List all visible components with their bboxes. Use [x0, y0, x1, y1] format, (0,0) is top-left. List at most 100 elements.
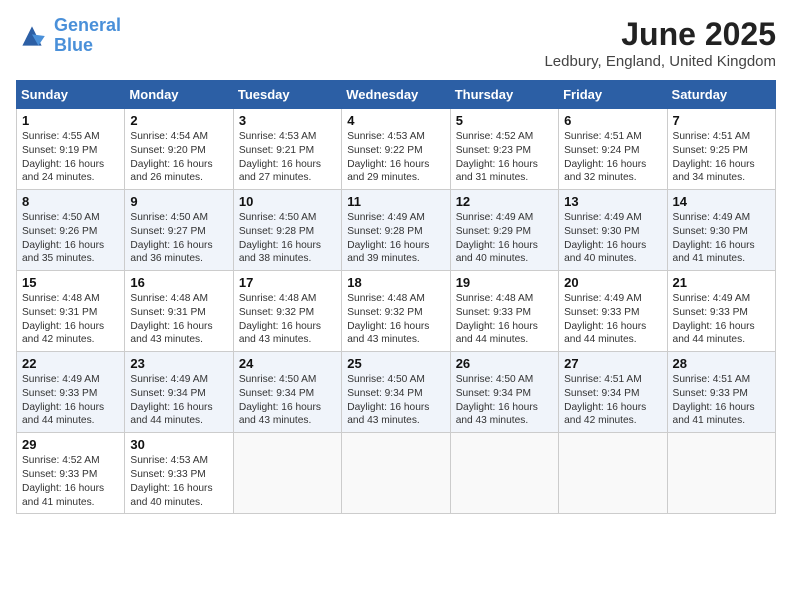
logo: General Blue [16, 16, 121, 56]
calendar-cell: 18 Sunrise: 4:48 AM Sunset: 9:32 PM Dayl… [342, 271, 450, 352]
calendar-cell: 10 Sunrise: 4:50 AM Sunset: 9:28 PM Dayl… [233, 190, 341, 271]
cell-info: Sunrise: 4:50 AM Sunset: 9:26 PM Dayligh… [22, 211, 119, 266]
calendar-cell: 26 Sunrise: 4:50 AM Sunset: 9:34 PM Dayl… [450, 352, 558, 433]
cell-info: Sunrise: 4:48 AM Sunset: 9:31 PM Dayligh… [130, 292, 227, 347]
day-number: 9 [130, 194, 227, 209]
day-number: 11 [347, 194, 444, 209]
calendar-cell: 21 Sunrise: 4:49 AM Sunset: 9:33 PM Dayl… [667, 271, 775, 352]
cell-info: Sunrise: 4:51 AM Sunset: 9:25 PM Dayligh… [673, 130, 770, 185]
calendar-cell: 5 Sunrise: 4:52 AM Sunset: 9:23 PM Dayli… [450, 109, 558, 190]
cell-info: Sunrise: 4:51 AM Sunset: 9:34 PM Dayligh… [564, 373, 661, 428]
day-number: 16 [130, 275, 227, 290]
day-number: 17 [239, 275, 336, 290]
calendar-cell: 16 Sunrise: 4:48 AM Sunset: 9:31 PM Dayl… [125, 271, 233, 352]
calendar-week-row: 1 Sunrise: 4:55 AM Sunset: 9:19 PM Dayli… [17, 109, 776, 190]
weekday-header: Wednesday [342, 81, 450, 109]
cell-info: Sunrise: 4:50 AM Sunset: 9:28 PM Dayligh… [239, 211, 336, 266]
calendar-cell: 9 Sunrise: 4:50 AM Sunset: 9:27 PM Dayli… [125, 190, 233, 271]
calendar-cell [233, 433, 341, 514]
day-number: 8 [22, 194, 119, 209]
day-number: 27 [564, 356, 661, 371]
weekday-header-row: SundayMondayTuesdayWednesdayThursdayFrid… [17, 81, 776, 109]
weekday-header: Thursday [450, 81, 558, 109]
calendar-cell: 30 Sunrise: 4:53 AM Sunset: 9:33 PM Dayl… [125, 433, 233, 514]
cell-info: Sunrise: 4:53 AM Sunset: 9:21 PM Dayligh… [239, 130, 336, 185]
cell-info: Sunrise: 4:52 AM Sunset: 9:33 PM Dayligh… [22, 454, 119, 509]
cell-info: Sunrise: 4:49 AM Sunset: 9:30 PM Dayligh… [564, 211, 661, 266]
cell-info: Sunrise: 4:55 AM Sunset: 9:19 PM Dayligh… [22, 130, 119, 185]
cell-info: Sunrise: 4:49 AM Sunset: 9:33 PM Dayligh… [564, 292, 661, 347]
weekday-header: Monday [125, 81, 233, 109]
calendar-cell: 4 Sunrise: 4:53 AM Sunset: 9:22 PM Dayli… [342, 109, 450, 190]
calendar-cell [559, 433, 667, 514]
day-number: 18 [347, 275, 444, 290]
logo-icon [16, 20, 48, 52]
title-block: June 2025 Ledbury, England, United Kingd… [544, 16, 776, 70]
logo-text: General Blue [54, 16, 121, 56]
calendar-cell: 1 Sunrise: 4:55 AM Sunset: 9:19 PM Dayli… [17, 109, 125, 190]
day-number: 14 [673, 194, 770, 209]
day-number: 12 [456, 194, 553, 209]
weekday-header: Sunday [17, 81, 125, 109]
cell-info: Sunrise: 4:49 AM Sunset: 9:29 PM Dayligh… [456, 211, 553, 266]
cell-info: Sunrise: 4:51 AM Sunset: 9:33 PM Dayligh… [673, 373, 770, 428]
calendar-cell [342, 433, 450, 514]
calendar-cell: 6 Sunrise: 4:51 AM Sunset: 9:24 PM Dayli… [559, 109, 667, 190]
day-number: 6 [564, 113, 661, 128]
calendar-cell: 28 Sunrise: 4:51 AM Sunset: 9:33 PM Dayl… [667, 352, 775, 433]
calendar-cell: 25 Sunrise: 4:50 AM Sunset: 9:34 PM Dayl… [342, 352, 450, 433]
day-number: 23 [130, 356, 227, 371]
cell-info: Sunrise: 4:49 AM Sunset: 9:33 PM Dayligh… [673, 292, 770, 347]
day-number: 21 [673, 275, 770, 290]
calendar-cell: 20 Sunrise: 4:49 AM Sunset: 9:33 PM Dayl… [559, 271, 667, 352]
calendar-week-row: 29 Sunrise: 4:52 AM Sunset: 9:33 PM Dayl… [17, 433, 776, 514]
calendar-cell: 29 Sunrise: 4:52 AM Sunset: 9:33 PM Dayl… [17, 433, 125, 514]
cell-info: Sunrise: 4:48 AM Sunset: 9:32 PM Dayligh… [239, 292, 336, 347]
calendar-cell: 19 Sunrise: 4:48 AM Sunset: 9:33 PM Dayl… [450, 271, 558, 352]
calendar-cell: 17 Sunrise: 4:48 AM Sunset: 9:32 PM Dayl… [233, 271, 341, 352]
calendar-table: SundayMondayTuesdayWednesdayThursdayFrid… [16, 80, 776, 514]
day-number: 28 [673, 356, 770, 371]
day-number: 22 [22, 356, 119, 371]
weekday-header: Saturday [667, 81, 775, 109]
day-number: 25 [347, 356, 444, 371]
day-number: 4 [347, 113, 444, 128]
day-number: 24 [239, 356, 336, 371]
day-number: 2 [130, 113, 227, 128]
cell-info: Sunrise: 4:51 AM Sunset: 9:24 PM Dayligh… [564, 130, 661, 185]
calendar-cell: 7 Sunrise: 4:51 AM Sunset: 9:25 PM Dayli… [667, 109, 775, 190]
day-number: 29 [22, 437, 119, 452]
calendar-cell: 11 Sunrise: 4:49 AM Sunset: 9:28 PM Dayl… [342, 190, 450, 271]
calendar-week-row: 22 Sunrise: 4:49 AM Sunset: 9:33 PM Dayl… [17, 352, 776, 433]
calendar-cell: 3 Sunrise: 4:53 AM Sunset: 9:21 PM Dayli… [233, 109, 341, 190]
calendar-cell: 27 Sunrise: 4:51 AM Sunset: 9:34 PM Dayl… [559, 352, 667, 433]
month-title: June 2025 [544, 16, 776, 53]
calendar-cell: 14 Sunrise: 4:49 AM Sunset: 9:30 PM Dayl… [667, 190, 775, 271]
cell-info: Sunrise: 4:49 AM Sunset: 9:28 PM Dayligh… [347, 211, 444, 266]
day-number: 19 [456, 275, 553, 290]
calendar-cell: 2 Sunrise: 4:54 AM Sunset: 9:20 PM Dayli… [125, 109, 233, 190]
cell-info: Sunrise: 4:50 AM Sunset: 9:34 PM Dayligh… [239, 373, 336, 428]
calendar-cell: 24 Sunrise: 4:50 AM Sunset: 9:34 PM Dayl… [233, 352, 341, 433]
cell-info: Sunrise: 4:50 AM Sunset: 9:34 PM Dayligh… [456, 373, 553, 428]
calendar-cell [667, 433, 775, 514]
calendar-cell: 22 Sunrise: 4:49 AM Sunset: 9:33 PM Dayl… [17, 352, 125, 433]
page-header: General Blue June 2025 Ledbury, England,… [16, 16, 776, 70]
cell-info: Sunrise: 4:48 AM Sunset: 9:32 PM Dayligh… [347, 292, 444, 347]
day-number: 3 [239, 113, 336, 128]
cell-info: Sunrise: 4:49 AM Sunset: 9:30 PM Dayligh… [673, 211, 770, 266]
day-number: 30 [130, 437, 227, 452]
day-number: 26 [456, 356, 553, 371]
weekday-header: Tuesday [233, 81, 341, 109]
calendar-cell: 8 Sunrise: 4:50 AM Sunset: 9:26 PM Dayli… [17, 190, 125, 271]
calendar-cell: 13 Sunrise: 4:49 AM Sunset: 9:30 PM Dayl… [559, 190, 667, 271]
cell-info: Sunrise: 4:49 AM Sunset: 9:33 PM Dayligh… [22, 373, 119, 428]
day-number: 5 [456, 113, 553, 128]
day-number: 20 [564, 275, 661, 290]
cell-info: Sunrise: 4:54 AM Sunset: 9:20 PM Dayligh… [130, 130, 227, 185]
calendar-cell: 23 Sunrise: 4:49 AM Sunset: 9:34 PM Dayl… [125, 352, 233, 433]
day-number: 7 [673, 113, 770, 128]
calendar-cell: 15 Sunrise: 4:48 AM Sunset: 9:31 PM Dayl… [17, 271, 125, 352]
cell-info: Sunrise: 4:48 AM Sunset: 9:31 PM Dayligh… [22, 292, 119, 347]
cell-info: Sunrise: 4:52 AM Sunset: 9:23 PM Dayligh… [456, 130, 553, 185]
